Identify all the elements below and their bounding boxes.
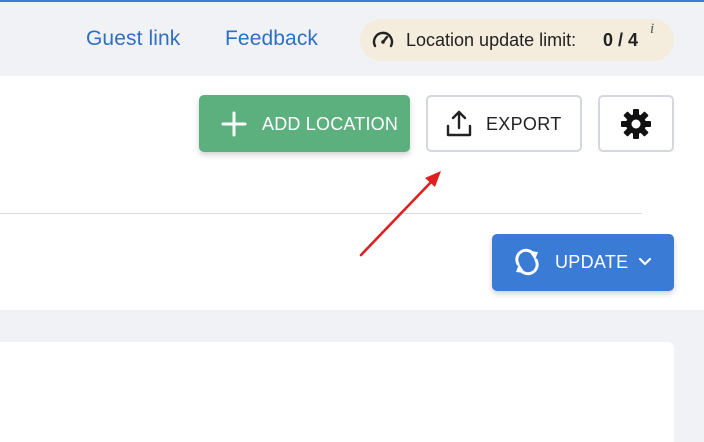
update-button[interactable]: UPDATE xyxy=(492,234,674,291)
limit-label: Location update limit: xyxy=(406,30,577,50)
plus-icon xyxy=(221,111,247,137)
top-bar: Guest link Feedback Location update limi… xyxy=(0,2,704,76)
export-label: EXPORT xyxy=(486,114,562,134)
export-button[interactable]: EXPORT xyxy=(426,95,582,152)
gear-icon xyxy=(621,109,651,139)
chevron-down-icon[interactable] xyxy=(638,256,652,268)
content-card xyxy=(0,342,674,442)
add-location-label: ADD LOCATION xyxy=(262,114,399,134)
upload-icon xyxy=(446,110,472,137)
limit-value: 0 / 4 xyxy=(603,30,639,50)
location-update-limit-badge: Location update limit: 0 / 4 i xyxy=(360,19,674,61)
annotation-arrow xyxy=(359,171,441,257)
add-location-button[interactable]: ADD LOCATION xyxy=(199,95,410,152)
divider xyxy=(0,213,642,214)
info-icon[interactable]: i xyxy=(650,21,654,38)
toolbar-panel: ADD LOCATION EXPORT UPDATE xyxy=(0,76,704,310)
feedback-link[interactable]: Feedback xyxy=(225,27,318,51)
guest-link[interactable]: Guest link xyxy=(86,27,180,51)
gauge-icon xyxy=(372,31,394,48)
settings-button[interactable] xyxy=(598,95,674,152)
update-label: UPDATE xyxy=(555,252,629,272)
sync-icon xyxy=(515,248,539,276)
